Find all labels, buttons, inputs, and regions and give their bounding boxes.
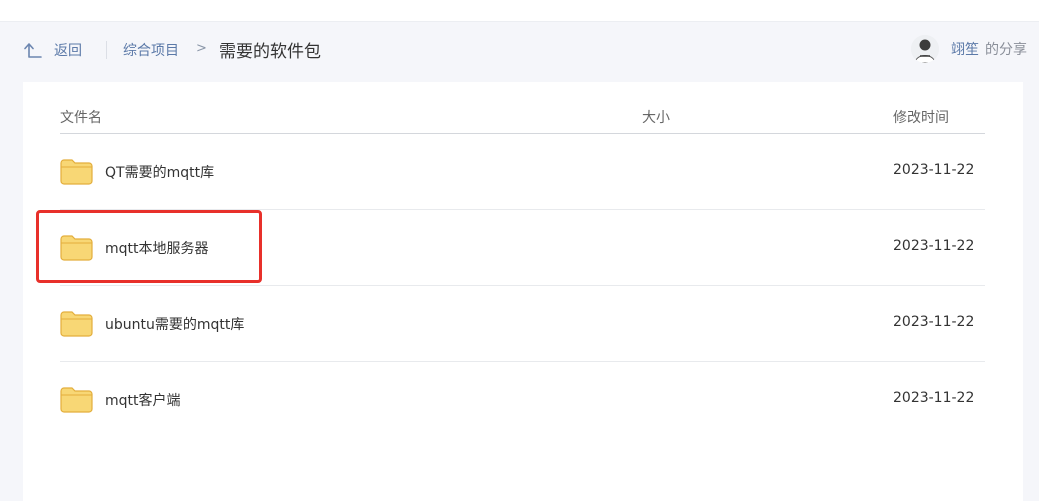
breadcrumb-parent-link[interactable]: 综合项目 [123, 40, 179, 60]
back-button[interactable]: 返回 [24, 39, 82, 61]
table-row[interactable]: mqtt客户端 2023-11-22 [60, 362, 985, 437]
file-name[interactable]: mqtt本地服务器 [105, 238, 209, 258]
folder-icon [60, 387, 93, 413]
column-header-modified[interactable]: 修改时间 [893, 107, 949, 127]
table-row[interactable]: ubuntu需要的mqtt库 2023-11-22 [60, 286, 985, 362]
header-bar: 返回 综合项目 > 需要的软件包 翊笙 的分享 [0, 22, 1039, 80]
sharer-info: 翊笙 的分享 [911, 34, 1027, 64]
table-row[interactable]: QT需要的mqtt库 2023-11-22 [60, 134, 985, 210]
user-name-link[interactable]: 翊笙 [951, 39, 979, 59]
table-row[interactable]: mqtt本地服务器 2023-11-22 [60, 210, 985, 286]
share-suffix: 的分享 [985, 42, 1027, 58]
header-divider [106, 41, 107, 59]
file-name[interactable]: QT需要的mqtt库 [105, 162, 214, 182]
file-name[interactable]: ubuntu需要的mqtt库 [105, 314, 244, 334]
column-header-size[interactable]: 大小 [642, 107, 670, 127]
file-date: 2023-11-22 [893, 390, 975, 406]
top-bar [0, 0, 1039, 22]
user-avatar[interactable] [911, 35, 939, 63]
table-header: 文件名 大小 修改时间 [60, 82, 985, 134]
file-name[interactable]: mqtt客户端 [105, 390, 181, 410]
file-date: 2023-11-22 [893, 314, 975, 330]
file-list-panel: 文件名 大小 修改时间 QT需要的mqtt库 2023-11-22 mqtt本地… [23, 82, 1023, 501]
back-arrow-icon [24, 43, 42, 58]
folder-icon [60, 311, 93, 337]
folder-icon [60, 159, 93, 185]
folder-icon [60, 235, 93, 261]
file-date: 2023-11-22 [893, 238, 975, 254]
back-label: 返回 [54, 43, 82, 59]
column-header-name[interactable]: 文件名 [60, 107, 102, 127]
breadcrumb-current: 需要的软件包 [219, 42, 321, 62]
file-date: 2023-11-22 [893, 162, 975, 178]
breadcrumb-separator: > [196, 41, 207, 56]
